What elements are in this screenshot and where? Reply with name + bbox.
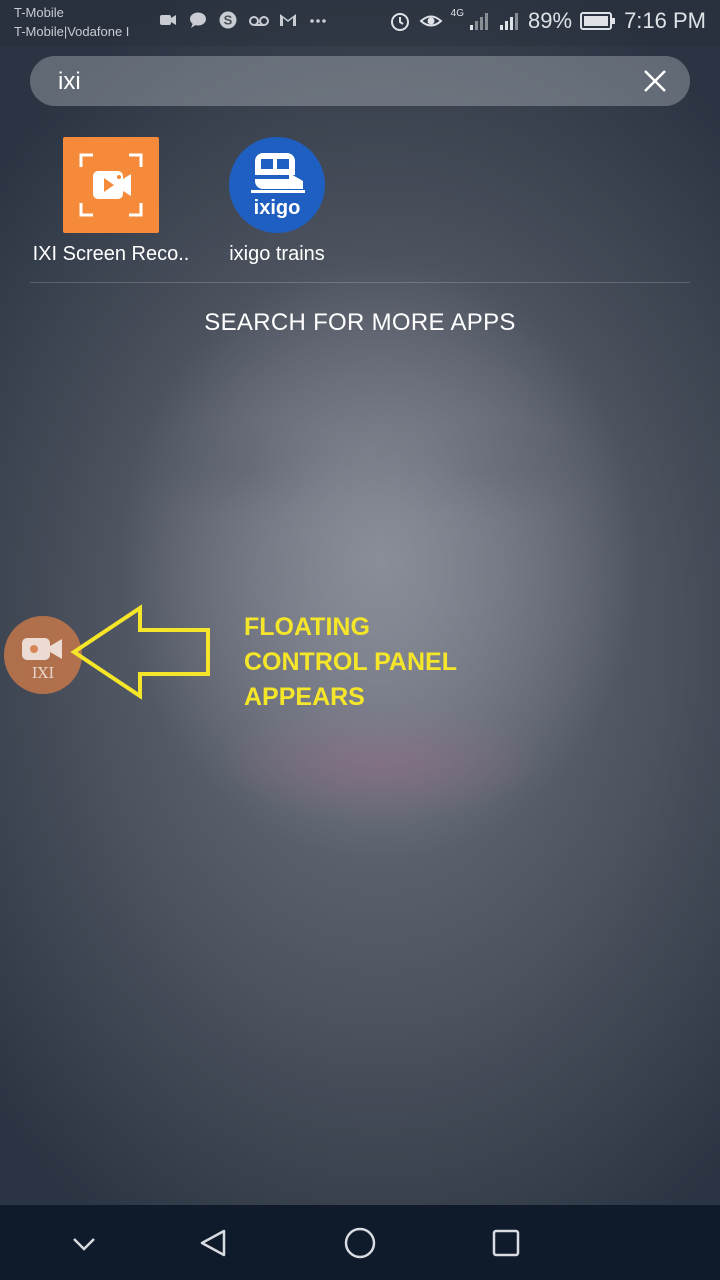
divider (30, 282, 690, 283)
carrier-name: T-Mobile (14, 5, 64, 20)
collapse-icon[interactable] (64, 1223, 104, 1263)
app-result-ixigo-trains[interactable]: ixigo ixigo trains (192, 137, 362, 266)
battery-icon (580, 11, 616, 31)
ixigo-logo-text: ixigo (253, 197, 301, 219)
battery-percent: 89% (528, 8, 573, 33)
status-icons: 4G 89% 7:16 PM (389, 8, 706, 34)
status-bar: T-Mobile T-Mobile|Vodafone I S 4G 89% 7:… (0, 0, 720, 46)
alarm-icon (389, 10, 411, 32)
annotation-line-3: APPEARS (244, 683, 365, 711)
app-result-ixi-screen-recorder[interactable]: IXI Screen Reco.. (26, 137, 196, 266)
gmail-icon (278, 10, 298, 30)
voicemail-icon (248, 10, 269, 30)
ixigo-trains-app-icon[interactable]: ixigo (229, 137, 325, 233)
navigation-bar (0, 1205, 720, 1280)
annotation-line-2: CONTROL PANEL (244, 648, 457, 676)
home-icon[interactable] (340, 1223, 380, 1263)
signal-icon-secondary (498, 10, 520, 32)
network-label: 4G (450, 8, 465, 19)
chat-bubble-icon (188, 10, 208, 30)
clock: 7:16 PM (624, 8, 706, 33)
search-more-apps-button[interactable]: SEARCH FOR MORE APPS (0, 309, 720, 337)
screen-recorder-icon (158, 10, 178, 30)
more-dots-icon (308, 10, 328, 30)
close-icon[interactable] (642, 68, 668, 94)
annotation-arrow-icon (70, 604, 210, 700)
app-label: ixigo trains (229, 243, 325, 265)
eye-icon (419, 10, 443, 32)
recents-icon[interactable] (486, 1223, 526, 1263)
signal-icon (468, 10, 490, 32)
annotation-text: FLOATING CONTROL PANEL APPEARS (244, 610, 457, 715)
carrier-name-secondary: T-Mobile|Vodafone I (14, 24, 130, 39)
svg-text:S: S (224, 13, 233, 28)
skype-icon: S (218, 10, 238, 30)
back-icon[interactable] (194, 1223, 234, 1263)
search-bar[interactable]: ixi (30, 56, 690, 106)
screen-recorder-app-icon[interactable] (63, 137, 159, 233)
search-input[interactable]: ixi (58, 68, 81, 96)
annotation-line-1: FLOATING (244, 613, 370, 641)
notification-icons: S (158, 10, 328, 30)
app-label: IXI Screen Reco.. (32, 243, 190, 265)
